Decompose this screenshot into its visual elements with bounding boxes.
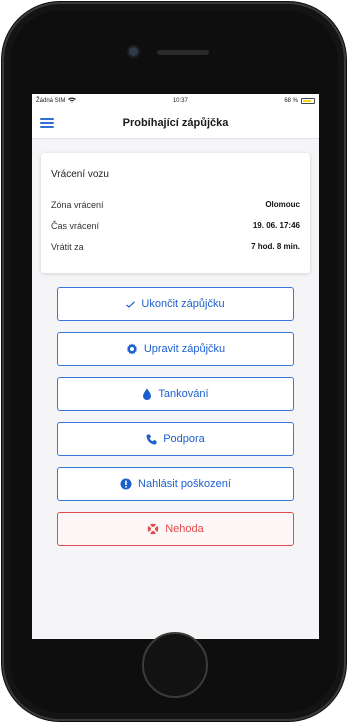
gear-icon bbox=[126, 343, 138, 355]
end-rental-button[interactable]: Ukončit zápůjčku bbox=[57, 287, 294, 321]
info-label: Zóna vrácení bbox=[51, 199, 104, 210]
page-title: Probíhající zápůjčka bbox=[122, 117, 229, 129]
speaker-grille bbox=[157, 50, 209, 55]
status-time: 10:37 bbox=[172, 98, 188, 104]
alert-icon bbox=[120, 478, 132, 490]
wifi-icon bbox=[68, 97, 77, 105]
button-label: Nahlásit poškození bbox=[138, 478, 231, 490]
support-button[interactable]: Podpora bbox=[57, 422, 294, 456]
button-label: Tankování bbox=[158, 388, 209, 400]
battery-level bbox=[303, 100, 312, 102]
battery-percent: 68 % bbox=[284, 98, 298, 104]
button-label: Ukončit zápůjčku bbox=[141, 298, 225, 310]
action-buttons: Ukončit zápůjčku Upravit zápůjčku Tankov… bbox=[32, 287, 319, 546]
info-row-return-in: Vrátit za 7 hod. 8 min. bbox=[51, 236, 300, 257]
edit-rental-button[interactable]: Upravit zápůjčku bbox=[57, 332, 294, 366]
navigation-bar: Probíhající zápůjčka bbox=[32, 108, 319, 139]
accident-button[interactable]: Nehoda bbox=[57, 512, 294, 546]
info-row-return-time: Čas vrácení 19. 06. 17:46 bbox=[51, 215, 300, 236]
drop-icon bbox=[142, 388, 152, 400]
button-label: Upravit zápůjčku bbox=[143, 343, 226, 355]
app-screen: Žádná SIM 10:37 68 % Probíhající zápůjčk… bbox=[32, 94, 319, 639]
button-label: Podpora bbox=[163, 433, 205, 445]
button-label: Nehoda bbox=[165, 523, 204, 535]
hamburger-menu-icon[interactable] bbox=[40, 118, 54, 128]
info-value: 19. 06. 17:46 bbox=[252, 221, 300, 230]
battery-icon bbox=[301, 98, 315, 104]
carrier-label: Žádná SIM bbox=[36, 98, 66, 104]
check-icon bbox=[126, 300, 136, 308]
refueling-button[interactable]: Tankování bbox=[57, 377, 294, 411]
phone-frame: Žádná SIM 10:37 68 % Probíhající zápůjčk… bbox=[2, 2, 346, 721]
status-left: Žádná SIM bbox=[36, 97, 77, 105]
home-button[interactable] bbox=[142, 632, 208, 698]
info-value: Olomouc bbox=[265, 200, 300, 209]
camera-icon bbox=[129, 47, 138, 56]
phone-icon bbox=[146, 434, 157, 445]
report-damage-button[interactable]: Nahlásit poškození bbox=[57, 467, 294, 501]
card-title: Vrácení vozu bbox=[51, 169, 109, 180]
info-row-return-zone: Zóna vrácení Olomouc bbox=[51, 194, 300, 215]
info-label: Vrátit za bbox=[51, 241, 84, 252]
status-bar: Žádná SIM 10:37 68 % bbox=[32, 94, 319, 108]
lifebuoy-icon bbox=[147, 523, 159, 535]
info-value: 7 hod. 8 min. bbox=[251, 242, 300, 251]
return-info-card: Vrácení vozu Zóna vrácení Olomouc Čas vr… bbox=[41, 153, 310, 273]
status-right: 68 % bbox=[284, 98, 315, 104]
info-label: Čas vrácení bbox=[51, 220, 100, 231]
